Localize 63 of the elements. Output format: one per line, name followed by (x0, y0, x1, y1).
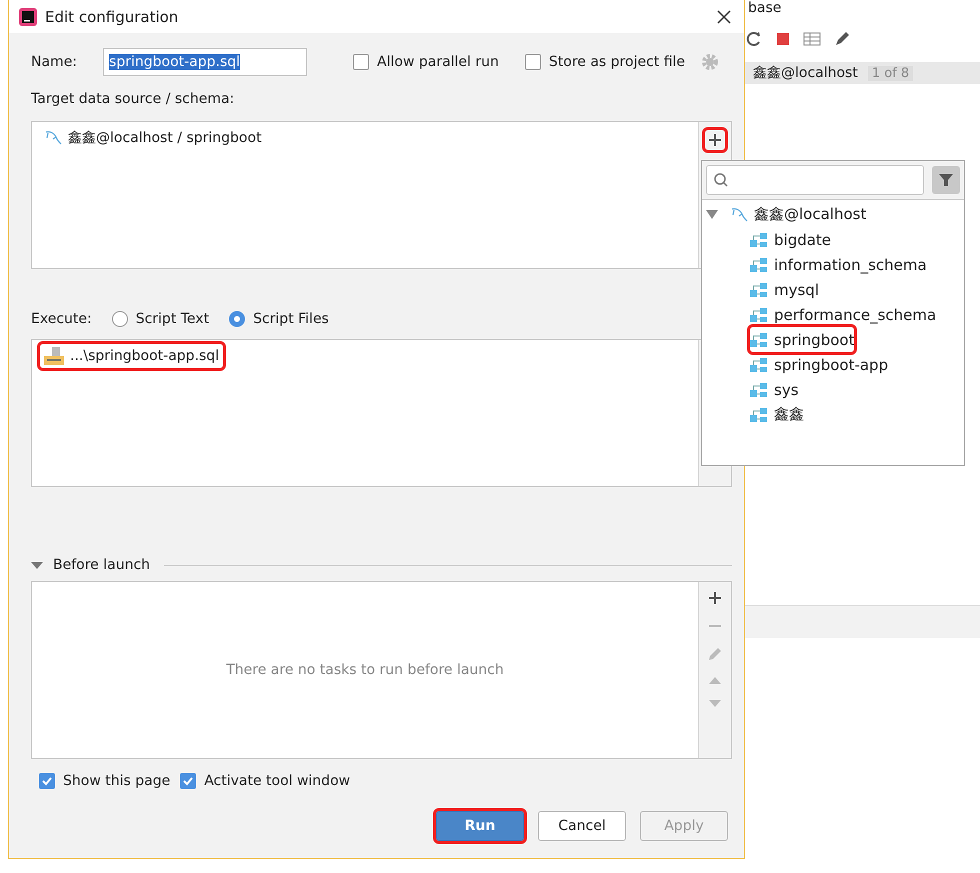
expand-arrow-icon[interactable] (706, 210, 718, 219)
add-button[interactable] (705, 130, 725, 150)
check-icon (182, 775, 194, 787)
collapse-arrow-icon[interactable] (31, 562, 43, 568)
empty-message: There are no tasks to run before launch (226, 662, 504, 678)
search-field[interactable] (706, 165, 924, 195)
tree-item[interactable]: springboot-app (750, 352, 888, 377)
tree-item[interactable]: 鑫鑫@localhost (702, 202, 964, 227)
checkbox-label: Show this page (63, 773, 170, 789)
tree-item[interactable]: sys (750, 377, 799, 402)
name-field[interactable]: springboot-app.sql (103, 48, 308, 76)
plus-icon (707, 132, 723, 148)
name-label: Name: (31, 54, 78, 70)
schema-icon (750, 382, 768, 398)
tree-item[interactable]: 鑫鑫 (750, 402, 804, 427)
dialog-button[interactable]: Run (436, 811, 524, 841)
schema-icon (750, 232, 768, 248)
page-count: 1 of 8 (868, 66, 914, 80)
tree-item[interactable]: information_schema (750, 252, 927, 277)
stop-icon[interactable] (775, 31, 791, 47)
tree-item[interactable]: mysql (750, 277, 819, 302)
schema-icon (750, 406, 768, 422)
window-title: Edit configuration (45, 8, 180, 26)
schema-icon (750, 282, 768, 298)
connection-label: 鑫鑫@localhost (753, 64, 858, 82)
tree-item[interactable]: springboot (750, 327, 854, 352)
option-label: Store as project file (548, 54, 686, 70)
radio-button[interactable] (229, 311, 246, 327)
schema-icon (750, 332, 768, 348)
filter-icon (938, 172, 954, 188)
target-label: Target data source / schema: (31, 91, 236, 107)
checkbox-label: Activate tool window (204, 773, 350, 789)
check-icon (41, 775, 53, 787)
dolphin-icon (730, 206, 748, 222)
header-text: base (748, 0, 782, 16)
schema-icon (750, 256, 768, 272)
refresh-icon[interactable] (745, 30, 763, 48)
script-file-item[interactable]: ...\springboot-app.sql (40, 344, 224, 368)
checkbox[interactable] (524, 54, 541, 70)
pencil-icon[interactable] (833, 30, 851, 48)
sql-file-icon (44, 347, 64, 365)
add-icon[interactable] (707, 590, 723, 606)
section-title: Before launch (53, 557, 150, 573)
dialog-button[interactable]: Cancel (538, 811, 626, 841)
gear-icon[interactable] (701, 53, 720, 71)
app-icon (19, 8, 37, 26)
checkbox[interactable] (180, 773, 196, 789)
search-icon (713, 172, 729, 188)
tree-item[interactable]: bigdate (750, 227, 832, 252)
execute-label: Execute: (31, 311, 92, 327)
table-icon[interactable] (803, 31, 821, 47)
radio-button[interactable] (112, 311, 128, 327)
data-source-item[interactable]: 鑫鑫@localhost / springboot (40, 126, 266, 150)
checkbox[interactable] (39, 773, 55, 789)
schema-icon (750, 356, 768, 372)
filter-button[interactable] (932, 166, 960, 194)
schema-icon (750, 306, 768, 322)
tree-item[interactable]: performance_schema (750, 302, 936, 327)
radio-label: Script Files (253, 311, 329, 327)
dolphin-icon (44, 130, 62, 146)
option-label: Allow parallel run (377, 54, 499, 70)
radio-label: Script Text (136, 311, 210, 327)
checkbox[interactable] (353, 54, 370, 70)
